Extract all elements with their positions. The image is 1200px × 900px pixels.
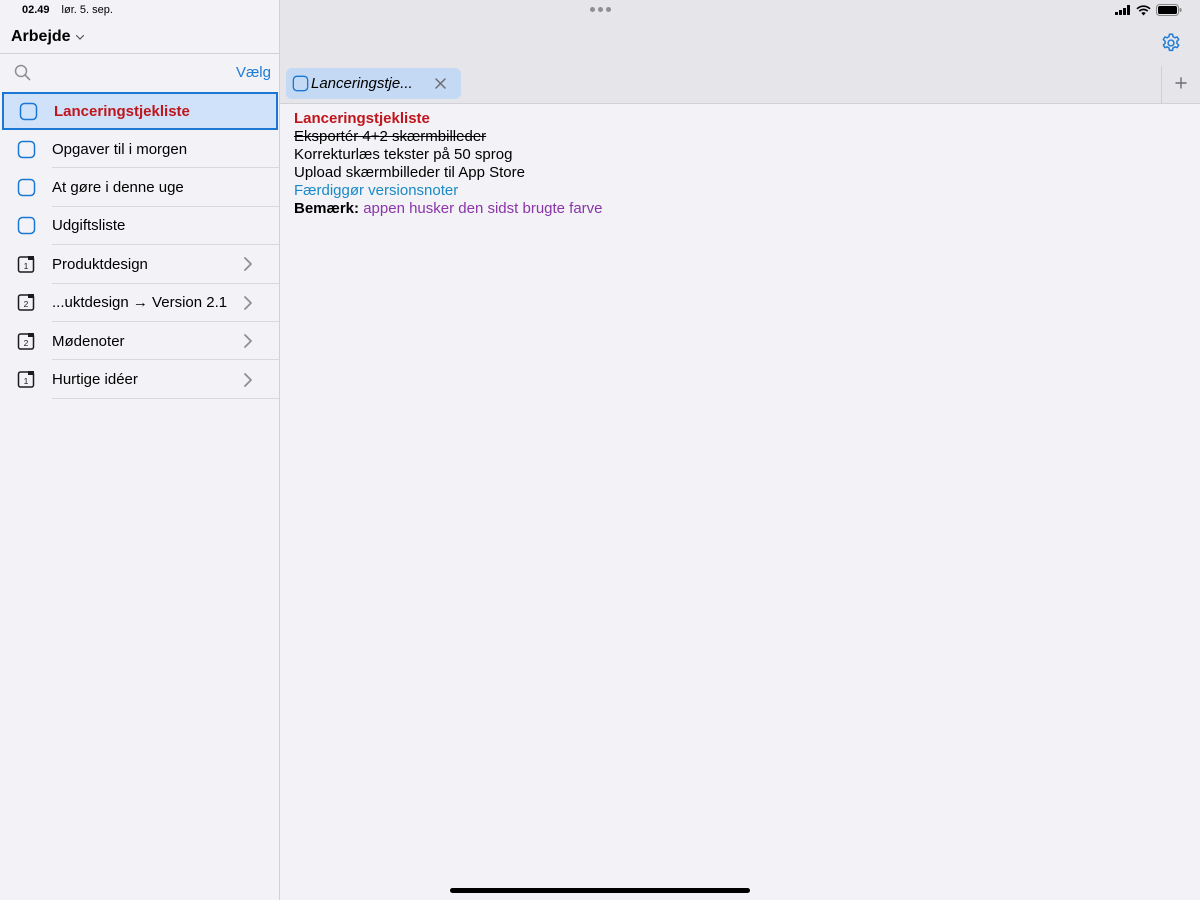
gear-icon[interactable] <box>1160 32 1182 54</box>
toolbar: Lanceringstje... <box>280 0 1200 104</box>
list-item-label: ...uktdesign → Version 2.1 <box>52 294 228 312</box>
document-icon <box>19 102 38 120</box>
tab-lanceringstjekliste[interactable]: Lanceringstje... <box>286 68 461 99</box>
list-item-label: Udgiftsliste <box>52 217 126 235</box>
list-item-modenoter[interactable]: 2 Mødenoter <box>0 322 279 361</box>
note-label: Bemærk: <box>294 200 360 217</box>
document-icon <box>17 140 36 158</box>
app-window: 02.49 lør. 5. sep. Arbejde Vælg Lancerin… <box>0 0 1200 900</box>
document-icon <box>292 75 309 92</box>
text-editor[interactable]: Lanceringstjekliste Eksportér 4+2 skærmb… <box>294 110 1184 218</box>
chevron-right-icon <box>244 372 252 387</box>
list-item-lanceringstjekliste[interactable]: Lanceringstjekliste <box>2 92 278 130</box>
document-icon <box>17 217 36 235</box>
folder-badge: 1 <box>24 261 29 271</box>
search-icon <box>14 64 31 81</box>
dot <box>590 7 595 12</box>
folder-2-icon: 2 <box>17 332 35 350</box>
cellular-signal-icon <box>1115 5 1130 15</box>
list-item-label: Produktdesign <box>52 255 148 273</box>
folder-name: Arbejde <box>11 28 71 45</box>
document-title: Lanceringstjekliste <box>294 110 430 127</box>
close-icon[interactable] <box>435 78 446 89</box>
dot <box>598 7 603 12</box>
list-item-label: Mødenoter <box>52 332 125 350</box>
search-row: Vælg <box>0 56 279 90</box>
home-indicator[interactable] <box>450 888 750 893</box>
folder-badge: 2 <box>24 299 29 309</box>
battery-icon <box>1156 4 1182 16</box>
task-line: Upload skærmbilleder til App Store <box>294 164 525 181</box>
tab-label: Lanceringstje... <box>311 75 413 92</box>
list-item-hurtige-ideer[interactable]: 1 Hurtige idéer <box>0 360 279 399</box>
chevron-right-icon <box>244 295 252 310</box>
list-item-label: At gøre i denne uge <box>52 179 184 197</box>
list-item-label: Lanceringstjekliste <box>54 102 190 120</box>
folder-badge: 1 <box>24 376 29 386</box>
list-item-produktdesign[interactable]: 1 Produktdesign <box>0 245 279 284</box>
folder-1-icon: 1 <box>17 371 35 388</box>
list-item-udgiftsliste[interactable]: Udgiftsliste <box>0 207 279 246</box>
list-item-label: Hurtige idéer <box>52 371 138 389</box>
divider <box>0 53 279 54</box>
folder-badge: 2 <box>24 338 29 348</box>
search-input[interactable] <box>38 60 228 86</box>
note-line: Bemærk: appen husker den sidst brugte fa… <box>294 200 1184 218</box>
status-clock: 02.49 lør. 5. sep. <box>22 4 113 16</box>
sidebar: 02.49 lør. 5. sep. Arbejde Vælg Lancerin… <box>0 0 280 900</box>
wifi-icon <box>1136 4 1151 15</box>
status-indicators <box>1115 4 1182 16</box>
list-item-label: Opgaver til i morgen <box>52 140 188 158</box>
divider <box>52 397 279 399</box>
completed-task: Eksportér 4+2 skærmbilleder <box>294 128 487 145</box>
task-line: Korrekturlæs tekster på 50 sprog <box>294 146 513 163</box>
status-date: lør. 5. sep. <box>61 4 113 16</box>
main-pane: Lanceringstje... Lanceringstjekliste Eks… <box>280 0 1200 900</box>
list-item-version-2-1[interactable]: 2 ...uktdesign → Version 2.1 <box>0 284 279 322</box>
folder-1-icon: 1 <box>17 255 35 273</box>
chevron-right-icon <box>244 257 252 272</box>
list-item-opgaver[interactable]: Opgaver til i morgen <box>0 130 279 169</box>
plus-icon[interactable] <box>1175 77 1187 89</box>
list-item-at-gore[interactable]: At gøre i denne uge <box>0 168 279 207</box>
note-text: appen husker den sidst brugte farve <box>363 200 603 217</box>
highlighted-task: Færdiggør versionsnoter <box>294 182 459 199</box>
select-button[interactable]: Vælg <box>236 64 271 81</box>
status-time: 02.49 <box>22 4 50 16</box>
chevron-right-icon <box>244 334 252 349</box>
chevron-down-icon <box>75 34 84 40</box>
folder-picker[interactable]: Arbejde <box>11 28 85 46</box>
document-list: Lanceringstjekliste Opgaver til i morgen… <box>0 92 279 399</box>
multitasking-handle[interactable] <box>590 7 611 12</box>
divider <box>1161 66 1162 104</box>
dot <box>606 7 611 12</box>
folder-2-icon: 2 <box>17 294 35 311</box>
document-icon <box>17 178 36 197</box>
